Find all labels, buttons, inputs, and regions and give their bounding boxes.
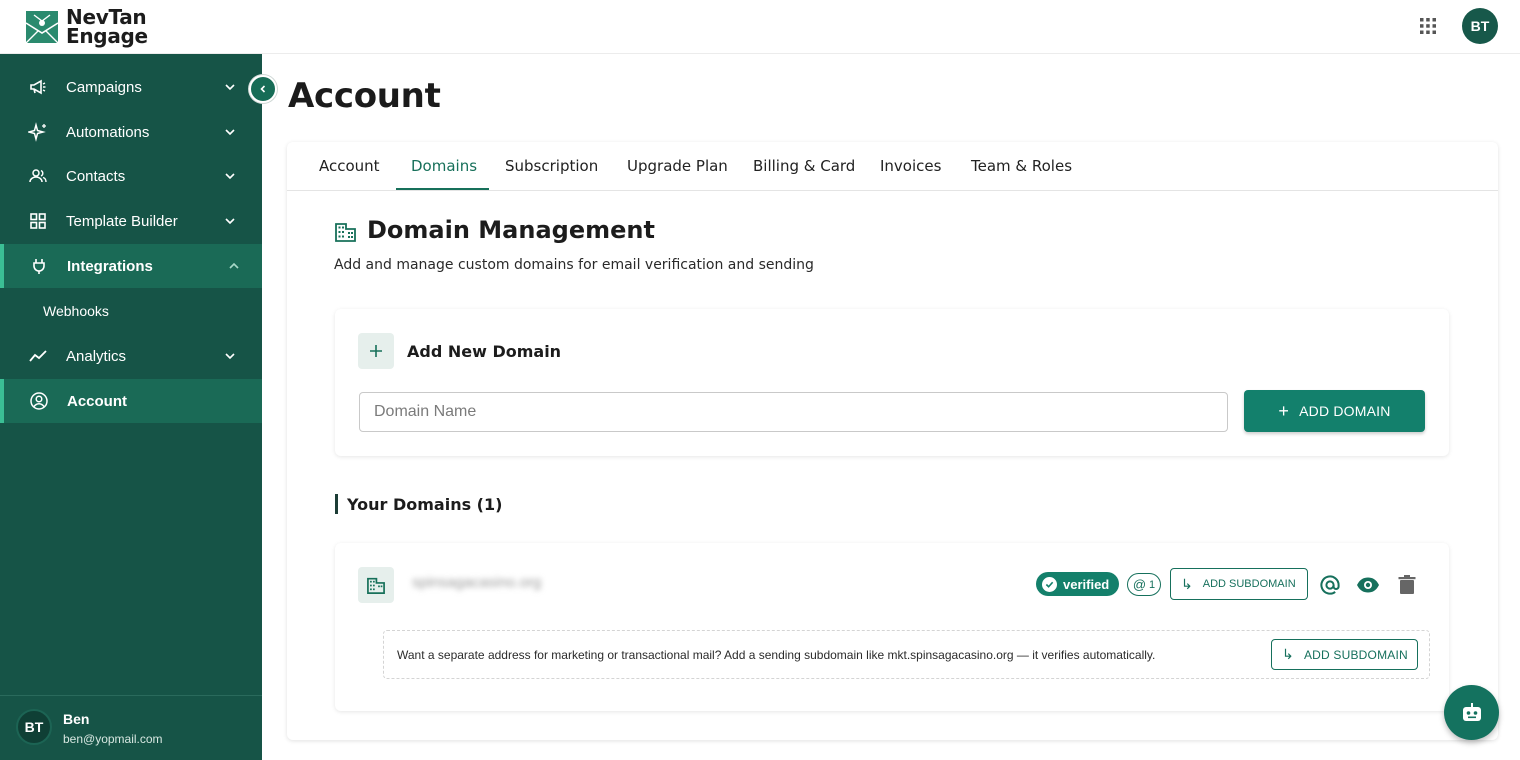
eye-icon[interactable]	[1356, 573, 1380, 597]
sidebar-item-campaigns[interactable]: Campaigns	[0, 65, 262, 109]
add-domain-button[interactable]: + ADD DOMAIN	[1244, 390, 1425, 432]
building-icon	[335, 223, 356, 242]
sidebar-subitem-webhooks[interactable]: Webhooks	[43, 303, 109, 319]
sidebar-item-label: Analytics	[66, 347, 127, 365]
account-panel: Account Domains Subscription Upgrade Pla…	[287, 142, 1498, 740]
tab-domains[interactable]: Domains	[411, 157, 477, 175]
sidebar-item-label: Campaigns	[66, 78, 142, 96]
subdirectory-arrow-icon: ↳	[1181, 575, 1193, 592]
sidebar-item-label: Contacts	[66, 167, 126, 185]
trend-line-icon	[29, 350, 47, 362]
grid-layout-icon	[30, 213, 46, 229]
sidebar-item-label: Automations	[66, 123, 150, 141]
section-subtitle: Add and manage custom domains for email …	[334, 257, 814, 273]
tab-subscription[interactable]: Subscription	[505, 157, 598, 175]
tab-account[interactable]: Account	[319, 157, 380, 175]
tab-invoices[interactable]: Invoices	[880, 157, 941, 175]
add-domain-title: Add New Domain	[407, 342, 562, 361]
chevron-down-icon	[225, 173, 235, 180]
tab-team-roles[interactable]: Team & Roles	[971, 157, 1072, 175]
hint-add-subdomain-button[interactable]: ↳ ADD SUBDOMAIN	[1271, 639, 1418, 670]
brand-logo[interactable]: NevTan Engage	[24, 7, 148, 48]
sidebar-user-email: ben@yopmail.com	[63, 732, 163, 746]
active-tab-indicator	[396, 188, 489, 190]
domain-name: spinsagacasino.org	[412, 574, 542, 591]
your-domains-title: Your Domains (1)	[347, 495, 503, 514]
users-icon	[29, 169, 47, 183]
sidebar-item-label: Template Builder	[66, 212, 178, 230]
sidebar: Campaigns Automations Contacts Template …	[0, 54, 262, 760]
sparkles-icon	[28, 122, 46, 142]
add-subdomain-label: ADD SUBDOMAIN	[1202, 578, 1296, 590]
user-circle-icon	[30, 392, 48, 410]
sidebar-item-account[interactable]: Account	[0, 379, 262, 423]
domain-card: spinsagacasino.org verified @ 1 ↳ ADD SU…	[335, 543, 1449, 711]
account-tabs: Account Domains Subscription Upgrade Pla…	[287, 142, 1498, 191]
status-label: verified	[1063, 576, 1110, 592]
sidebar-collapse-button[interactable]	[249, 75, 277, 103]
logo-icon	[25, 11, 59, 44]
section-accent-bar	[335, 494, 338, 514]
page-title: Account	[288, 76, 441, 116]
sidebar-item-label: Integrations	[67, 257, 153, 275]
apps-grid-icon[interactable]	[1418, 16, 1438, 36]
trash-icon[interactable]	[1395, 573, 1419, 597]
sidebar-user-name: Ben	[63, 711, 90, 727]
sidebar-item-automations[interactable]: Automations	[0, 110, 262, 154]
verified-status-badge: verified	[1036, 572, 1119, 596]
megaphone-icon	[30, 79, 46, 95]
sidebar-item-template-builder[interactable]: Template Builder	[0, 199, 262, 243]
plus-icon	[358, 333, 394, 369]
tab-billing-card[interactable]: Billing & Card	[753, 157, 855, 175]
sidebar-user-profile[interactable]: BT Ben ben@yopmail.com	[0, 695, 262, 760]
sidebar-item-label: Account	[67, 392, 127, 410]
sidebar-avatar: BT	[16, 709, 52, 745]
chevron-down-icon	[225, 218, 235, 225]
top-bar: NevTan Engage BT	[0, 0, 1520, 54]
tab-upgrade-plan[interactable]: Upgrade Plan	[627, 157, 728, 175]
chat-assistant-button[interactable]	[1444, 685, 1499, 740]
check-circle-icon	[1042, 576, 1057, 592]
sidebar-item-integrations[interactable]: Integrations	[0, 244, 262, 288]
domain-name-input[interactable]	[359, 392, 1228, 432]
chevron-left-icon	[260, 85, 266, 93]
chevron-down-icon	[225, 84, 235, 91]
plus-icon: +	[1278, 401, 1290, 421]
chevron-down-icon	[225, 353, 235, 360]
chevron-down-icon	[225, 129, 235, 136]
collapse-up-icon	[229, 262, 239, 269]
user-avatar[interactable]: BT	[1462, 8, 1498, 44]
robot-icon	[1462, 702, 1481, 721]
sender-count: 1	[1149, 578, 1156, 591]
add-domain-button-label: ADD DOMAIN	[1299, 403, 1391, 419]
subdirectory-arrow-icon: ↳	[1282, 646, 1294, 662]
section-title: Domain Management	[367, 216, 655, 244]
brand-name-line2: Engage	[66, 24, 148, 48]
add-domain-card: Add New Domain + ADD DOMAIN	[335, 309, 1449, 456]
sender-count-badge: @ 1	[1127, 573, 1161, 596]
add-subdomain-label: ADD SUBDOMAIN	[1303, 647, 1408, 662]
at-sign-icon[interactable]	[1318, 573, 1342, 597]
plug-icon	[33, 259, 45, 274]
subdomain-hint-box: Want a separate address for marketing or…	[383, 630, 1430, 679]
building-icon	[358, 567, 394, 603]
at-icon: @	[1132, 577, 1147, 592]
subdomain-hint-text: Want a separate address for marketing or…	[397, 648, 1156, 662]
sidebar-item-contacts[interactable]: Contacts	[0, 154, 262, 198]
add-subdomain-button[interactable]: ↳ ADD SUBDOMAIN	[1170, 568, 1308, 600]
sidebar-item-analytics[interactable]: Analytics	[0, 334, 262, 378]
